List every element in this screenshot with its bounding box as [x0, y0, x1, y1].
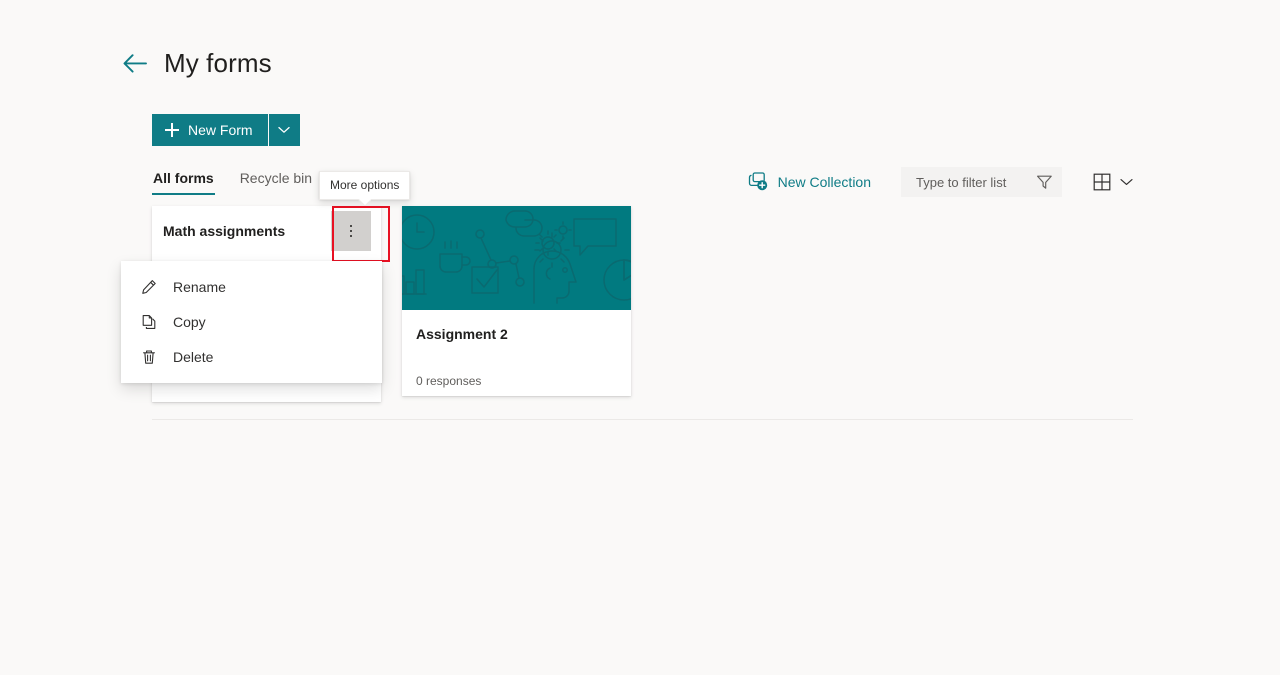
context-menu: Rename Copy Delete: [121, 261, 382, 383]
form-card-assignment-2[interactable]: Assignment 2 0 responses: [402, 206, 631, 396]
more-options-tooltip: More options: [319, 171, 411, 200]
plus-icon: [165, 123, 179, 137]
tab-list: All forms Recycle bin: [152, 166, 313, 195]
menu-item-copy[interactable]: Copy: [121, 304, 382, 339]
secondary-toolbar: New Collection: [748, 167, 1133, 197]
filter-box[interactable]: [901, 167, 1062, 197]
new-collection-button[interactable]: New Collection: [748, 172, 871, 192]
back-button[interactable]: [118, 46, 152, 80]
copy-icon: [141, 314, 157, 330]
more-options-button[interactable]: [331, 211, 371, 251]
cloud-link-icon: [505, 210, 543, 237]
new-form-split-button: New Form: [152, 114, 300, 146]
form-card-body: Assignment 2 0 responses: [402, 310, 631, 396]
new-form-dropdown-button[interactable]: [267, 114, 300, 146]
coffee-cup-icon: [439, 240, 471, 273]
funnel-icon[interactable]: [1036, 174, 1053, 190]
form-card-responses: 0 responses: [416, 374, 482, 388]
pie-chart-icon: [603, 259, 631, 301]
more-options-icon: [349, 234, 353, 238]
tab-all-forms[interactable]: All forms: [152, 166, 215, 195]
filter-input[interactable]: [914, 173, 1036, 191]
network-nodes-icon: [475, 229, 525, 287]
my-forms-page: My forms New Form All forms Recycle bin: [0, 0, 1280, 675]
collection-name: Math assignments: [163, 223, 286, 239]
new-collection-label: New Collection: [777, 174, 871, 190]
new-form-label: New Form: [188, 122, 253, 138]
more-options-icon: [349, 224, 353, 228]
tab-recycle-bin-label: Recycle bin: [239, 170, 313, 186]
page-header: My forms: [118, 46, 272, 80]
bar-chart-icon: [402, 269, 427, 295]
chevron-down-icon: [1120, 179, 1133, 185]
content-divider: [152, 419, 1133, 420]
banner-illustration: [402, 210, 631, 304]
head-gear-icon: [533, 232, 577, 304]
new-collection-icon: [748, 172, 767, 191]
tab-recycle-bin[interactable]: Recycle bin: [239, 166, 313, 195]
chat-bubble-icon: [573, 218, 617, 256]
new-form-button[interactable]: New Form: [152, 114, 268, 146]
form-card-banner: [402, 206, 631, 310]
menu-item-label: Copy: [173, 313, 206, 330]
tooltip-text: More options: [330, 178, 400, 192]
pencil-icon: [141, 279, 157, 295]
collection-header: Math assignments: [152, 206, 381, 256]
menu-item-label: Delete: [173, 348, 214, 365]
checkbox-icon: [471, 266, 499, 294]
page-title: My forms: [164, 47, 272, 78]
more-options-icon: [349, 229, 353, 233]
menu-item-rename[interactable]: Rename: [121, 269, 382, 304]
menu-item-delete[interactable]: Delete: [121, 339, 382, 374]
grid-view-icon: [1093, 173, 1111, 191]
tab-all-forms-label: All forms: [153, 170, 214, 186]
tooltip-arrow: [358, 199, 371, 206]
view-options-button[interactable]: [1093, 173, 1133, 191]
trash-icon: [141, 349, 157, 365]
menu-item-label: Rename: [173, 278, 226, 295]
back-arrow-icon: [123, 53, 147, 73]
chevron-down-icon: [278, 126, 290, 133]
form-card-title: Assignment 2: [416, 326, 508, 342]
